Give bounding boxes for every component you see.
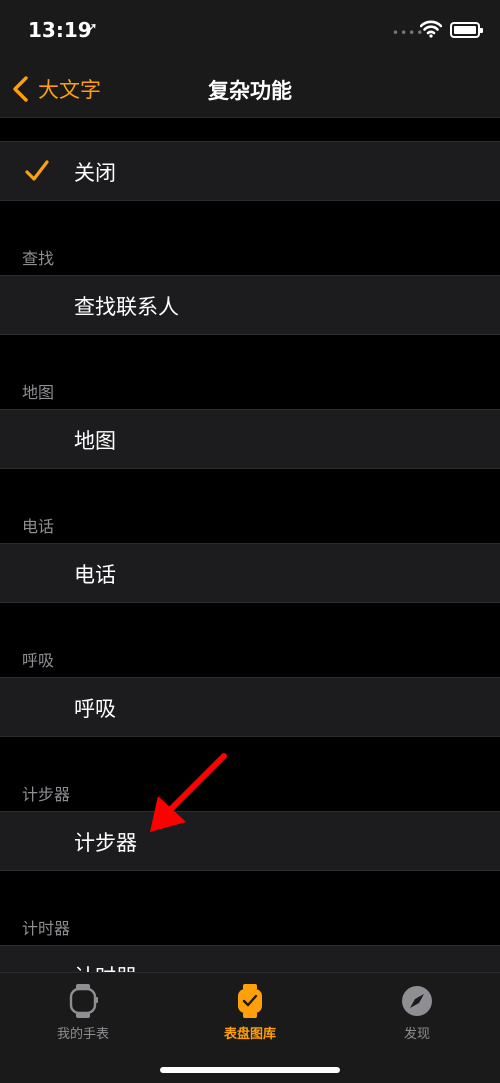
section-header-find: 查找 — [22, 249, 55, 268]
list-item-find-contacts[interactable]: 查找联系人 — [0, 275, 500, 335]
list-item-timer[interactable]: 计时器 — [0, 945, 500, 972]
battery-icon — [450, 22, 483, 38]
compass-icon — [402, 986, 432, 1016]
list-item-breathe[interactable]: 呼吸 — [0, 677, 500, 737]
home-indicator[interactable] — [160, 1067, 340, 1073]
list-item-label: 计步器 — [74, 831, 137, 855]
tab-label: 表盘图库 — [223, 1027, 276, 1042]
tab-label: 发现 — [403, 1027, 430, 1042]
location-icon: ➚ — [86, 20, 98, 36]
status-bar: 13:19 ➚ •••• — [0, 0, 500, 60]
list-item-label: 查找联系人 — [74, 295, 179, 319]
tab-my-watch[interactable]: 我的手表 — [0, 983, 166, 1042]
list-item-off[interactable]: 关闭 — [0, 141, 500, 201]
list-item-label: 计时器 — [74, 961, 137, 972]
complications-list[interactable]: 关闭 查找 查找联系人 地图 地图 电话 电话 呼吸 呼吸 计步器 计步器 计时… — [0, 119, 500, 972]
section-header-phone: 电话 — [22, 517, 55, 536]
page-title: 复杂功能 — [208, 79, 292, 103]
section-header-pedometer: 计步器 — [22, 785, 71, 804]
section-header-timer: 计时器 — [22, 919, 71, 938]
section-header-maps: 地图 — [22, 383, 55, 402]
section-header-breathe: 呼吸 — [22, 651, 55, 670]
tab-bar: 我的手表 表盘图库 发现 — [0, 972, 500, 1083]
navigation-bar: 大文字 复杂功能 — [0, 60, 500, 118]
list-item-label: 关闭 — [74, 161, 116, 185]
list-item-label: 呼吸 — [74, 697, 116, 721]
tab-face-gallery[interactable]: 表盘图库 — [167, 983, 333, 1042]
watch-face-gallery-icon — [238, 984, 262, 1018]
status-time: 13:19 — [28, 18, 92, 42]
list-item-label: 地图 — [74, 429, 116, 453]
list-item-phone[interactable]: 电话 — [0, 543, 500, 603]
list-item-maps[interactable]: 地图 — [0, 409, 500, 469]
tab-discover[interactable]: 发现 — [334, 983, 500, 1042]
tab-label: 我的手表 — [56, 1027, 109, 1042]
wifi-icon — [420, 20, 442, 38]
annotation-arrow-icon — [150, 753, 227, 832]
list-item-pedometer[interactable]: 计步器 — [0, 811, 500, 871]
watch-icon — [69, 984, 98, 1018]
list-item-label: 电话 — [74, 563, 116, 587]
checkmark-icon — [25, 160, 49, 181]
